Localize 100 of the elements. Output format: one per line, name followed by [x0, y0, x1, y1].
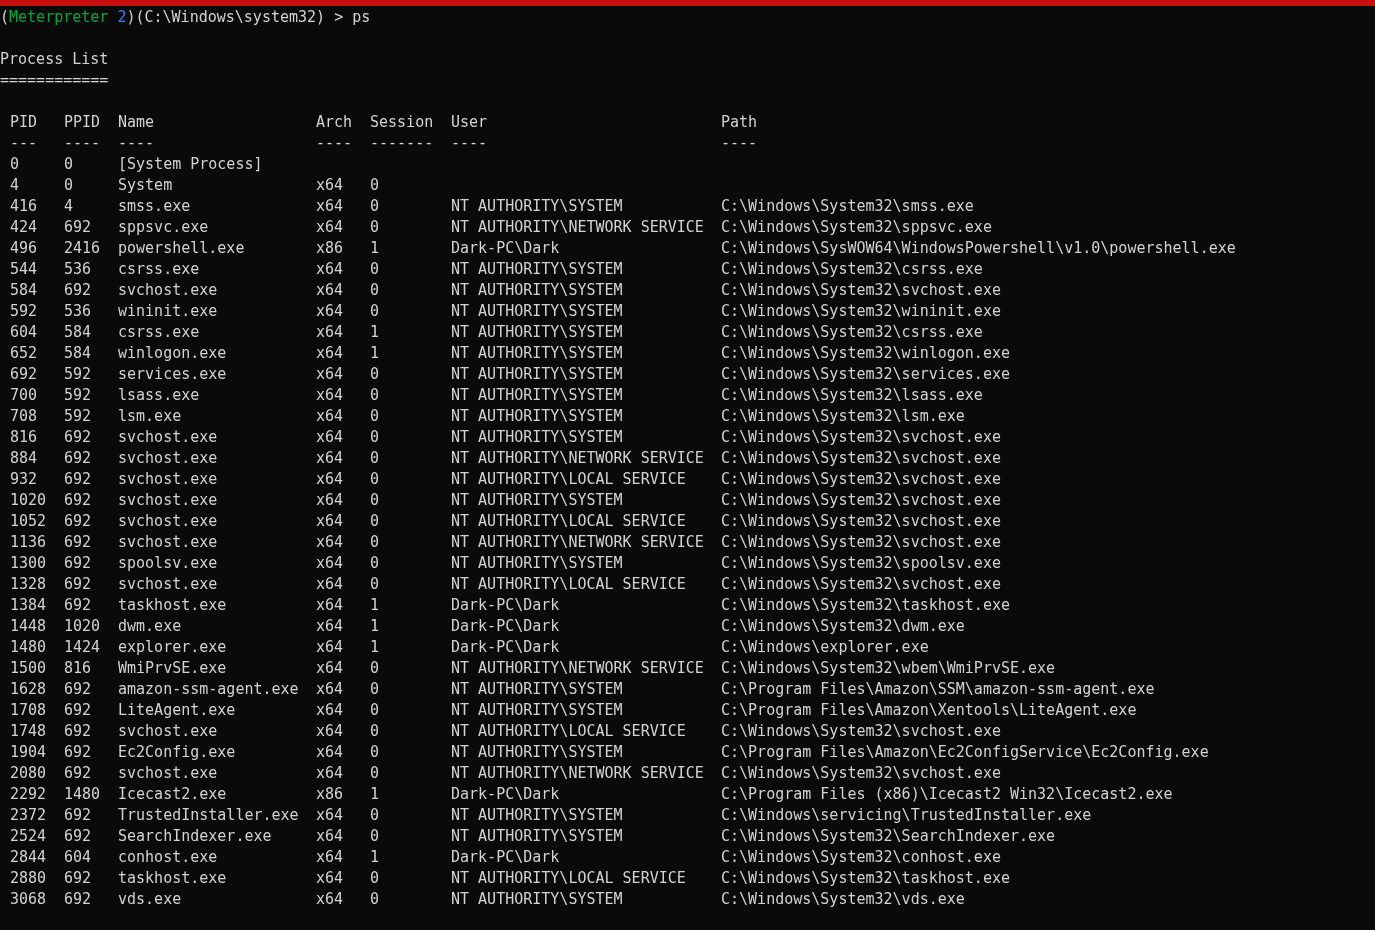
table-cell: 932: [10, 470, 38, 488]
header-underline: ----: [118, 134, 155, 152]
table-cell: 592: [64, 365, 92, 383]
table-cell: 604: [64, 848, 92, 866]
table-cell: C:\Windows\System32\svchost.exe: [721, 449, 1001, 467]
table-cell: taskhost.exe: [118, 869, 227, 887]
table-cell: 1052: [10, 512, 47, 530]
table-cell: x64: [316, 176, 344, 194]
table-cell: 1: [370, 239, 380, 257]
table-cell: C:\Windows\System32\dwm.exe: [721, 617, 965, 635]
table-cell: 816: [10, 428, 38, 446]
table-cell: C:\Windows\System32\services.exe: [721, 365, 1010, 383]
table-cell: C:\Windows\System32\taskhost.exe: [721, 869, 1010, 887]
table-cell: 884: [10, 449, 38, 467]
table-cell: NT AUTHORITY\SYSTEM: [451, 743, 623, 761]
table-cell: 1: [370, 617, 380, 635]
table-cell: 692: [10, 365, 38, 383]
table-cell: x64: [316, 428, 344, 446]
table-cell: services.exe: [118, 365, 227, 383]
table-cell: x64: [316, 596, 344, 614]
table-cell: WmiPrvSE.exe: [118, 659, 227, 677]
table-cell: C:\Windows\System32\smss.exe: [721, 197, 974, 215]
table-cell: NT AUTHORITY\SYSTEM: [451, 890, 623, 908]
table-cell: 1: [370, 638, 380, 656]
table-cell: 692: [64, 218, 92, 236]
table-cell: 1384: [10, 596, 47, 614]
table-cell: C:\Windows\System32\svchost.exe: [721, 764, 1001, 782]
table-cell: C:\Windows\System32\conhost.exe: [721, 848, 1001, 866]
table-cell: NT AUTHORITY\LOCAL SERVICE: [451, 512, 686, 530]
table-cell: C:\Windows\SysWOW64\WindowsPowershell\v1.0\powershell.exe: [721, 239, 1236, 257]
table-cell: 1500: [10, 659, 47, 677]
table-cell: C:\Windows\System32\wbem\WmiPrvSE.exe: [721, 659, 1056, 677]
table-cell: C:\Windows\System32\taskhost.exe: [721, 596, 1010, 614]
table-cell: C:\Windows\System32\vds.exe: [721, 890, 965, 908]
table-cell: lsass.exe: [118, 386, 200, 404]
table-cell: NT AUTHORITY\SYSTEM: [451, 554, 623, 572]
table-cell: NT AUTHORITY\LOCAL SERVICE: [451, 869, 686, 887]
table-cell: winlogon.exe: [118, 344, 227, 362]
table-cell: 692: [64, 533, 92, 551]
table-cell: 0: [10, 155, 20, 173]
table-cell: 424: [10, 218, 38, 236]
table-cell: NT AUTHORITY\SYSTEM: [451, 428, 623, 446]
table-cell: 0: [370, 302, 380, 320]
table-cell: Dark-PC\Dark: [451, 239, 560, 257]
table-cell: 692: [64, 827, 92, 845]
table-cell: x64: [316, 680, 344, 698]
table-cell: 0: [370, 176, 380, 194]
table-cell: x64: [316, 197, 344, 215]
table-cell: 0: [370, 407, 380, 425]
table-cell: NT AUTHORITY\NETWORK SERVICE: [451, 764, 704, 782]
table-cell: smss.exe: [118, 197, 191, 215]
table-cell: C:\Program Files\Amazon\Ec2ConfigService\Ec2Config.exe: [721, 743, 1209, 761]
table-cell: svchost.exe: [118, 533, 218, 551]
table-cell: x64: [316, 449, 344, 467]
table-cell: spoolsv.exe: [118, 554, 218, 572]
table-cell: 0: [370, 743, 380, 761]
table-cell: svchost.exe: [118, 575, 218, 593]
table-cell: x64: [316, 302, 344, 320]
table-cell: NT AUTHORITY\NETWORK SERVICE: [451, 218, 704, 236]
table-cell: 1424: [64, 638, 101, 656]
table-cell: 0: [370, 827, 380, 845]
table-cell: Dark-PC\Dark: [451, 596, 560, 614]
table-cell: 692: [64, 869, 92, 887]
table-cell: x64: [316, 491, 344, 509]
header-underline: ----: [316, 134, 353, 152]
table-cell: NT AUTHORITY\NETWORK SERVICE: [451, 449, 704, 467]
table-cell: 692: [64, 701, 92, 719]
header-underline: -------: [370, 134, 434, 152]
table-cell: x64: [316, 260, 344, 278]
table-cell: x64: [316, 218, 344, 236]
table-cell: 2844: [10, 848, 47, 866]
header-underline: ----: [64, 134, 101, 152]
table-cell: 0: [370, 449, 380, 467]
column-header: Path: [721, 113, 758, 131]
table-cell: C:\Windows\System32\csrss.exe: [721, 323, 983, 341]
table-cell: svchost.exe: [118, 281, 218, 299]
table-cell: taskhost.exe: [118, 596, 227, 614]
table-cell: 0: [370, 365, 380, 383]
table-cell: x64: [316, 407, 344, 425]
table-cell: 0: [370, 428, 380, 446]
table-cell: 0: [370, 533, 380, 551]
table-cell: 0: [64, 155, 74, 173]
table-cell: 0: [370, 197, 380, 215]
table-cell: wininit.exe: [118, 302, 218, 320]
table-cell: 0: [370, 722, 380, 740]
table-cell: 692: [64, 554, 92, 572]
table-cell: 0: [370, 659, 380, 677]
table-cell: 536: [64, 260, 92, 278]
table-cell: C:\Windows\System32\sppsvc.exe: [721, 218, 992, 236]
table-cell: 592: [10, 302, 38, 320]
table-cell: explorer.exe: [118, 638, 227, 656]
table-cell: NT AUTHORITY\SYSTEM: [451, 491, 623, 509]
table-cell: sppsvc.exe: [118, 218, 209, 236]
table-cell: 0: [370, 491, 380, 509]
table-cell: 2372: [10, 806, 47, 824]
table-cell: 1300: [10, 554, 47, 572]
table-cell: 0: [370, 260, 380, 278]
table-cell: svchost.exe: [118, 428, 218, 446]
column-header: Name: [118, 113, 155, 131]
table-cell: NT AUTHORITY\SYSTEM: [451, 344, 623, 362]
